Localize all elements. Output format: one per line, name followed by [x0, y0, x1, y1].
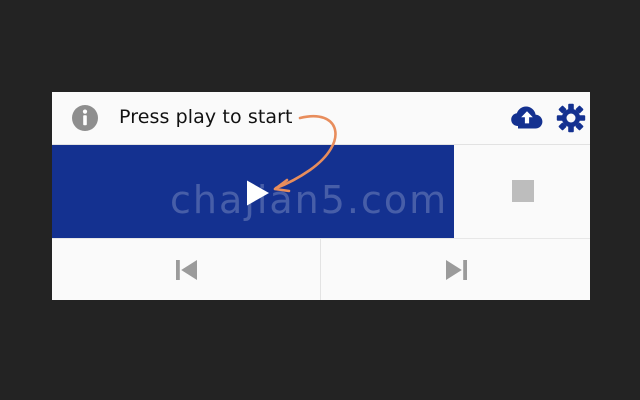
tts-player-panel: Press play to start — [52, 92, 590, 300]
info-icon[interactable] — [71, 104, 99, 132]
skip-next-icon[interactable] — [443, 258, 469, 282]
skip-previous-icon[interactable] — [174, 258, 200, 282]
cloud-upload-icon[interactable] — [510, 104, 544, 130]
screenshot-frame: Press play to start chajian5.com — [0, 0, 640, 400]
status-text: Press play to start — [119, 106, 293, 128]
play-icon[interactable] — [244, 178, 272, 208]
top-bar: Press play to start — [52, 92, 590, 145]
gear-icon[interactable] — [555, 102, 587, 134]
stop-icon[interactable] — [512, 180, 534, 202]
